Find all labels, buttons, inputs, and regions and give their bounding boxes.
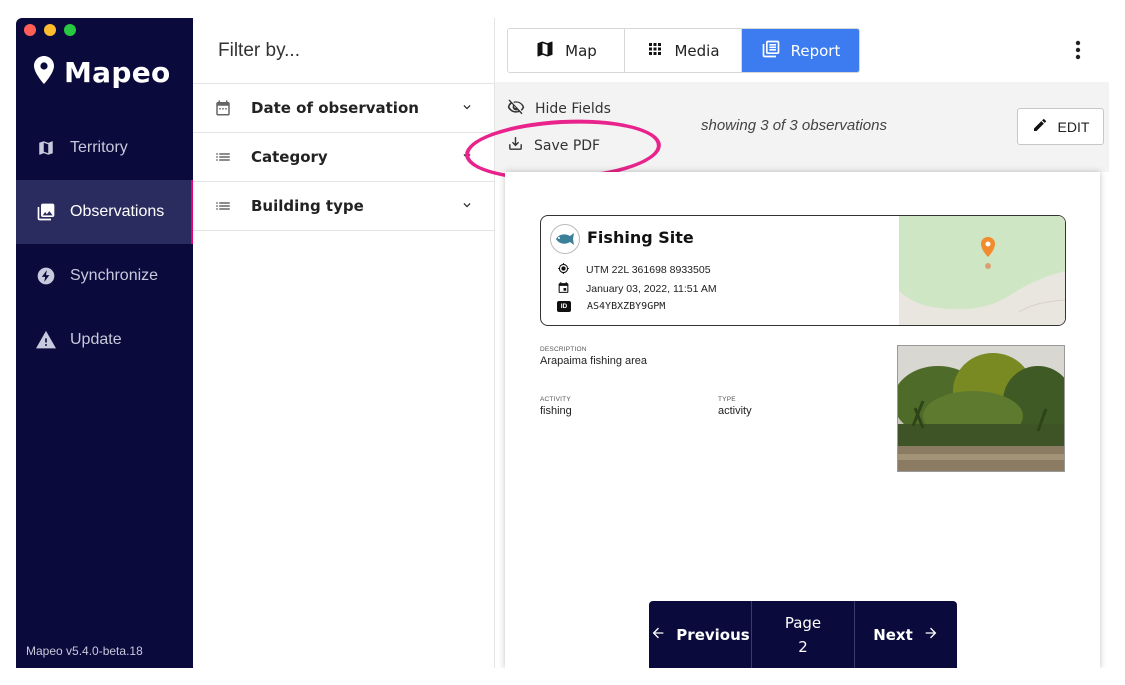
sidebar-item-update[interactable]: Update — [16, 308, 193, 372]
sidebar-item-label: Observations — [70, 203, 165, 220]
location-text: UTM 22L 361698 8933505 — [586, 264, 711, 276]
id-text: AS4YBXZBY9GPM — [587, 301, 666, 312]
observation-summary-card: Fishing Site UTM 22L 361698 8933505 Janu… — [540, 215, 1066, 326]
zoom-window-button[interactable] — [64, 24, 76, 36]
download-icon — [507, 135, 524, 156]
grid-icon — [646, 40, 664, 62]
tab-label: Media — [674, 41, 720, 60]
next-button[interactable]: Next — [855, 601, 957, 668]
chevron-down-icon — [460, 100, 474, 118]
filter-label: Building type — [251, 197, 364, 215]
observation-title: Fishing Site — [587, 228, 694, 247]
filter-label: Category — [251, 148, 328, 166]
sidebar-item-synchronize[interactable]: Synchronize — [16, 244, 193, 308]
sidebar: Mapeo Territory Observations Synchronize — [16, 18, 193, 668]
app-window: Mapeo Territory Observations Synchronize — [16, 18, 1109, 668]
minimize-window-button[interactable] — [44, 24, 56, 36]
filter-category[interactable]: Category — [193, 133, 494, 182]
fish-icon — [550, 224, 580, 254]
filter-title: Filter by... — [193, 18, 494, 84]
view-topbar: Map Media Report — [495, 18, 1109, 82]
crosshair-icon — [557, 262, 570, 278]
chevron-down-icon — [460, 149, 474, 167]
brand-name: Mapeo — [64, 56, 171, 89]
sidebar-item-label: Synchronize — [70, 267, 159, 284]
location-row: UTM 22L 361698 8933505 — [557, 262, 711, 278]
sidebar-item-label: Update — [70, 331, 122, 348]
list-icon — [213, 196, 233, 216]
type-label: TYPE — [718, 396, 736, 403]
chevron-down-icon — [460, 198, 474, 216]
bolt-icon — [36, 266, 56, 286]
arrow-left-icon — [650, 625, 666, 645]
filter-date-of-observation[interactable]: Date of observation — [193, 84, 494, 133]
description-label: DESCRIPTION — [540, 346, 587, 353]
id-badge-icon: ID — [557, 301, 571, 312]
page-label: Page — [784, 613, 822, 632]
sidebar-item-territory[interactable]: Territory — [16, 116, 193, 180]
sidebar-item-observations[interactable]: Observations — [16, 180, 193, 244]
observation-photo — [897, 345, 1065, 472]
activity-label: ACTIVITY — [540, 396, 571, 403]
arrow-right-icon — [923, 625, 939, 645]
event-icon — [557, 281, 570, 297]
edit-button[interactable]: EDIT — [1017, 108, 1104, 145]
description-value: Arapaima fishing area — [540, 355, 648, 367]
tab-label: Map — [565, 41, 597, 60]
calendar-icon — [213, 98, 233, 118]
previous-label: Previous — [676, 625, 750, 644]
close-window-button[interactable] — [24, 24, 36, 36]
view-switcher: Map Media Report — [507, 28, 860, 73]
previous-button[interactable]: Previous — [649, 601, 752, 668]
filter-panel: Filter by... Date of observation Categor… — [193, 18, 495, 668]
hide-fields-label: Hide Fields — [535, 101, 611, 117]
page-indicator: Page 2 — [752, 601, 855, 668]
sidebar-nav: Territory Observations Synchronize Updat… — [16, 116, 193, 372]
save-pdf-button[interactable]: Save PDF — [507, 135, 600, 156]
tab-label: Report — [790, 41, 841, 60]
tab-media[interactable]: Media — [625, 29, 742, 72]
date-text: January 03, 2022, 11:51 AM — [586, 283, 717, 295]
date-row: January 03, 2022, 11:51 AM — [557, 281, 717, 297]
location-map-thumbnail — [899, 216, 1065, 325]
brand: Mapeo — [34, 56, 171, 89]
photo-icon — [36, 202, 56, 222]
version-label: Mapeo v5.4.0-beta.18 — [26, 644, 143, 658]
id-row: ID AS4YBXZBY9GPM — [557, 301, 665, 312]
pencil-icon — [1032, 117, 1048, 136]
report-toolbar: Hide Fields Save PDF showing 3 of 3 obse… — [463, 82, 1109, 186]
location-pin-icon — [34, 56, 54, 89]
tab-map[interactable]: Map — [508, 29, 625, 72]
more-options-icon[interactable] — [1075, 40, 1081, 65]
observation-count: showing 3 of 3 observations — [701, 117, 887, 134]
map-icon — [36, 138, 56, 158]
window-controls — [24, 24, 76, 36]
warning-icon — [36, 330, 56, 350]
list-icon — [213, 147, 233, 167]
activity-value: fishing — [540, 405, 572, 417]
main-content: Map Media Report Hide Fields Save PDF sh… — [463, 18, 1109, 668]
next-label: Next — [873, 625, 913, 644]
tab-report[interactable]: Report — [742, 29, 859, 72]
filter-label: Date of observation — [251, 99, 419, 117]
map-icon — [535, 39, 555, 63]
type-value: activity — [718, 405, 752, 417]
report-page: Fishing Site UTM 22L 361698 8933505 Janu… — [505, 172, 1100, 668]
sidebar-item-label: Territory — [70, 139, 128, 156]
page-number: 2 — [798, 637, 808, 656]
report-icon — [761, 39, 781, 63]
pagination: Previous Page 2 Next — [649, 601, 957, 668]
filter-building-type[interactable]: Building type — [193, 182, 494, 231]
hide-fields-button[interactable]: Hide Fields — [507, 99, 611, 119]
edit-label: EDIT — [1057, 118, 1090, 135]
eye-off-icon — [507, 99, 525, 119]
save-pdf-label: Save PDF — [534, 137, 601, 154]
